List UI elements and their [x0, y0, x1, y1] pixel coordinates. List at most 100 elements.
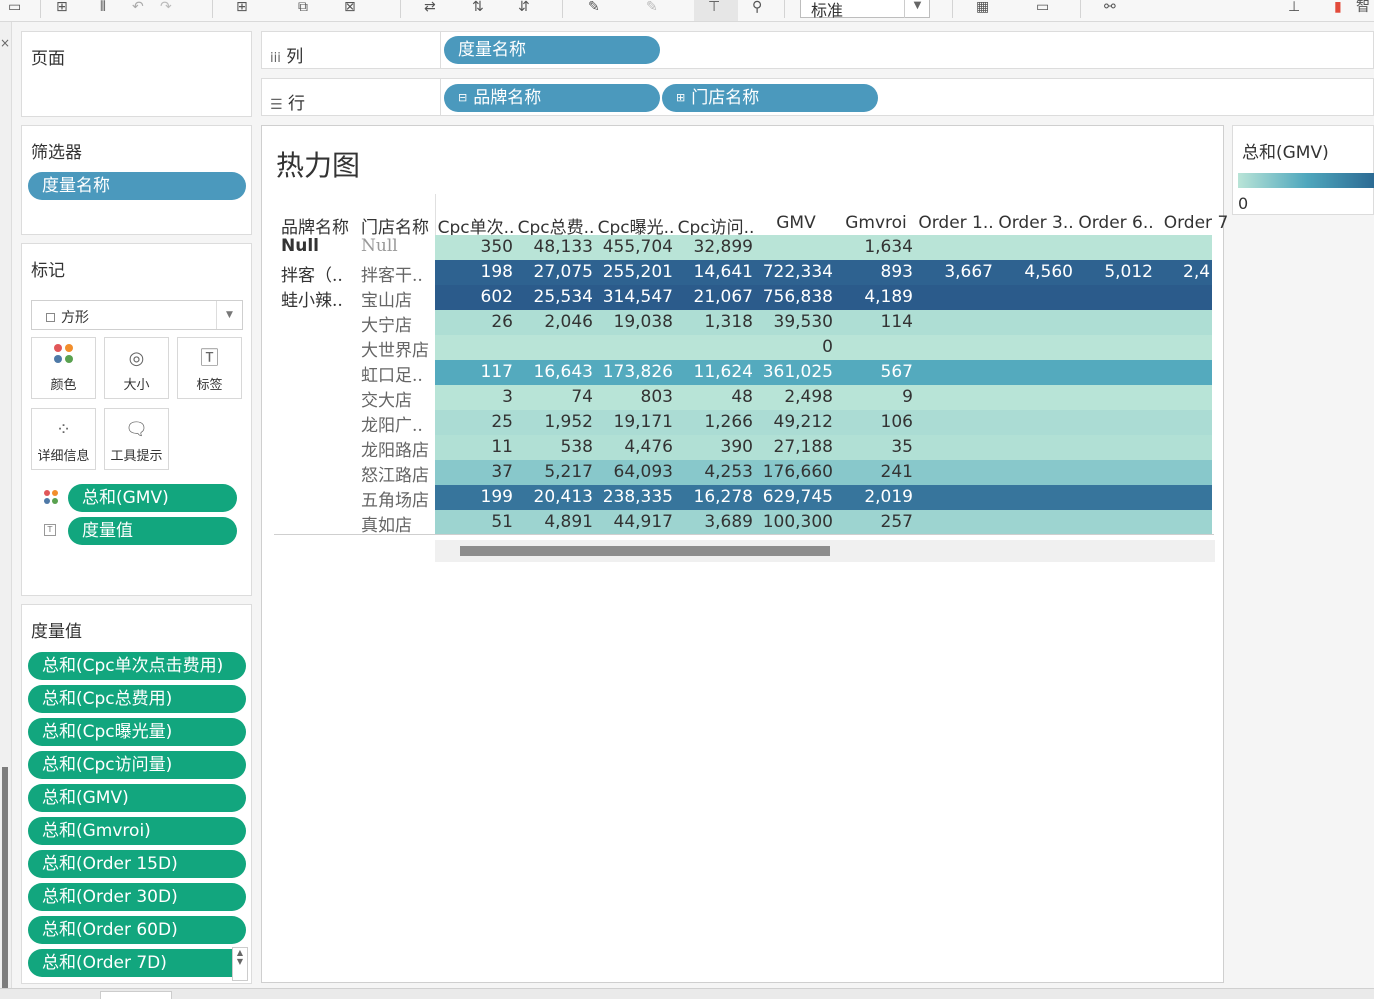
heatmap-cell[interactable]: 25	[433, 410, 513, 435]
pin-tool-icon[interactable]: ⊥	[1288, 0, 1300, 14]
show-me-bars-icon[interactable]: ▮	[1334, 0, 1342, 14]
row-header-store[interactable]: 门店名称	[361, 213, 435, 238]
sort-desc-icon[interactable]: ⇵	[518, 0, 530, 14]
pause-icon[interactable]: ⫴	[100, 0, 106, 14]
size-button[interactable]: ◎ 大小	[104, 337, 169, 399]
brand-label[interactable]: Null	[281, 236, 356, 256]
color-button[interactable]: 颜色	[31, 337, 96, 399]
heatmap-cell[interactable]: 567	[833, 360, 913, 385]
column-header[interactable]: Order 1..	[917, 213, 995, 233]
heatmap-cell[interactable]: 48	[673, 385, 753, 410]
heatmap-cell[interactable]: 27,188	[753, 435, 833, 460]
heatmap-cell[interactable]: 51	[433, 510, 513, 535]
marks-field-gmv[interactable]: 总和(GMV)	[68, 484, 237, 512]
rows-pill-brand[interactable]: ⊟ 品牌名称	[444, 84, 660, 112]
measure-value-pill[interactable]: 总和(Order 60D)	[28, 916, 246, 944]
heatmap-cell[interactable]: 49,212	[753, 410, 833, 435]
heatmap-cell[interactable]: 2,4	[1183, 260, 1213, 285]
heatmap-cell[interactable]: 64,093	[593, 460, 673, 485]
heatmap-cell[interactable]: 74	[513, 385, 593, 410]
heatmap-cell[interactable]: 803	[593, 385, 673, 410]
heatmap-cell[interactable]: 602	[433, 285, 513, 310]
expand-plus-icon[interactable]: ⊞	[676, 91, 685, 104]
clear-sheet-icon[interactable]: ⊠	[344, 0, 356, 14]
heatmap-cell[interactable]: 538	[513, 435, 593, 460]
store-label[interactable]: 拌客干..	[361, 261, 435, 286]
sheet-tab[interactable]	[100, 991, 172, 999]
sort-asc-icon[interactable]: ⇅	[472, 0, 484, 14]
columns-shelf[interactable]: iii 列 度量名称	[261, 31, 1374, 69]
heatmap-cell[interactable]: 199	[433, 485, 513, 510]
heatmap-cell[interactable]: 1,318	[673, 310, 753, 335]
store-label[interactable]: 龙阳路店	[361, 436, 435, 461]
heatmap-cell[interactable]: 32,899	[673, 235, 753, 260]
chevron-down-icon[interactable]: ▼	[904, 0, 930, 18]
heatmap-cell[interactable]: 25,534	[513, 285, 593, 310]
heatmap-cell[interactable]: 106	[833, 410, 913, 435]
heatmap-cell[interactable]: 722,334	[753, 260, 833, 285]
heatmap-cell[interactable]: 11,624	[673, 360, 753, 385]
heatmap-cell[interactable]: 238,335	[593, 485, 673, 510]
heatmap-cell[interactable]: 390	[673, 435, 753, 460]
column-header[interactable]: Order 7	[1157, 213, 1235, 233]
save-icon[interactable]: ▭	[8, 0, 21, 14]
heatmap-cell[interactable]: 16,643	[513, 360, 593, 385]
measure-value-pill[interactable]: 总和(GMV)	[28, 784, 246, 812]
scrollbar[interactable]	[2, 767, 8, 997]
label-button[interactable]: 🅃 标签	[177, 337, 242, 399]
store-label[interactable]: 交大店	[361, 386, 435, 411]
column-header[interactable]: Order 3..	[997, 213, 1075, 233]
heatmap-cell[interactable]: 35	[833, 435, 913, 460]
scrollbar-thumb[interactable]	[460, 546, 830, 556]
measure-value-pill[interactable]: 总和(Cpc总费用)	[28, 685, 246, 713]
row-header-brand[interactable]: 品牌名称	[281, 213, 359, 238]
heatmap-cell[interactable]: 9	[833, 385, 913, 410]
swap-icon[interactable]: ⇄	[424, 0, 436, 14]
heatmap-cell[interactable]: 19,038	[593, 310, 673, 335]
heatmap-cell[interactable]: 176,660	[753, 460, 833, 485]
presentation-icon[interactable]: ▭	[1036, 0, 1049, 14]
measure-value-pill[interactable]: 总和(Order 15D)	[28, 850, 246, 878]
heatmap-cell[interactable]: 893	[833, 260, 913, 285]
heatmap-cell[interactable]: 37	[433, 460, 513, 485]
heatmap-cell[interactable]: 2,019	[833, 485, 913, 510]
brand-label[interactable]: 拌客（..	[281, 261, 356, 286]
heatmap-cell[interactable]: 173,826	[593, 360, 673, 385]
heatmap-cell[interactable]: 241	[833, 460, 913, 485]
heatmap-cell[interactable]: 19,171	[593, 410, 673, 435]
heatmap-cell[interactable]: 39,530	[753, 310, 833, 335]
heatmap-cell[interactable]: 117	[433, 360, 513, 385]
heatmap-cell[interactable]: 2,046	[513, 310, 593, 335]
redo-icon[interactable]: ↷	[160, 0, 172, 14]
heatmap-cell[interactable]: 257	[833, 510, 913, 535]
measure-value-pill[interactable]: 总和(Cpc访问量)	[28, 751, 246, 779]
heatmap-cell[interactable]: 629,745	[753, 485, 833, 510]
heatmap-cell[interactable]: 5,012	[1073, 260, 1153, 285]
rows-pill-store[interactable]: ⊞ 门店名称	[662, 84, 878, 112]
collapse-icon[interactable]: ×	[0, 36, 10, 50]
heatmap-cell[interactable]: 26	[433, 310, 513, 335]
heatmap-cell[interactable]: 4,891	[513, 510, 593, 535]
heatmap-cell[interactable]: 100,300	[753, 510, 833, 535]
filter-pill-measure-names[interactable]: 度量名称	[28, 172, 246, 200]
heatmap-cell[interactable]: 16,278	[673, 485, 753, 510]
heatmap-cell[interactable]: 1,952	[513, 410, 593, 435]
rows-shelf[interactable]: ☰ 行 ⊟ 品牌名称 ⊞ 门店名称	[261, 78, 1374, 116]
new-datasource-icon[interactable]: ⊞	[56, 0, 68, 14]
new-sheet-icon[interactable]: ⊞	[236, 0, 248, 14]
heatmap-cell[interactable]: 44,917	[593, 510, 673, 535]
share-icon[interactable]: ⚯	[1104, 0, 1116, 14]
heatmap-cell[interactable]: 21,067	[673, 285, 753, 310]
store-label[interactable]: 怒江路店	[361, 461, 435, 486]
measure-value-pill[interactable]: 总和(Gmvroi)	[28, 817, 246, 845]
show-me-text-icon[interactable]: 智	[1356, 0, 1370, 14]
heatmap-cell[interactable]: 361,025	[753, 360, 833, 385]
highlight-icon[interactable]: ✎	[588, 0, 600, 14]
measure-value-pill[interactable]: 总和(Order 30D)	[28, 883, 246, 911]
heatmap-cell[interactable]: 4,476	[593, 435, 673, 460]
detail-button[interactable]: ⁘ 详细信息	[31, 408, 96, 470]
store-label[interactable]: 真如店	[361, 511, 435, 536]
measure-value-pill[interactable]: 总和(Order 7D)	[28, 949, 246, 977]
heatmap-cell[interactable]: 350	[433, 235, 513, 260]
measure-list-scrollbar[interactable]: ▲ ▼	[232, 947, 248, 981]
